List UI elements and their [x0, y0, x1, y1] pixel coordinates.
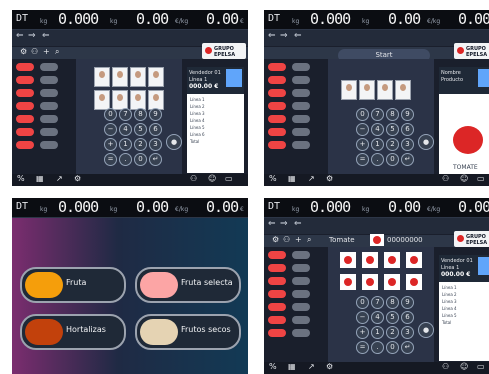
avatar [226, 69, 242, 87]
forward-icon[interactable]: ⇒ [28, 31, 36, 41]
grid-icon[interactable]: ▦ [36, 174, 44, 183]
settings-icon[interactable]: ⚙ [74, 174, 81, 183]
plus-icon[interactable]: + [43, 47, 50, 56]
category-frutos-secos[interactable]: Frutos secos [135, 314, 241, 350]
seller-avatar[interactable] [94, 67, 110, 87]
dt-label: DT [16, 13, 29, 24]
brand-logo: GRUPO EPELSA [202, 43, 246, 59]
receipt-panel: Vendedor 01 Línea 1 000.00 € Línea 1 Lín… [187, 67, 244, 173]
brand-logo: GRUPO EPELSA [454, 43, 489, 59]
total-value: 0.00 [206, 10, 239, 28]
product-list [16, 63, 74, 173]
seller-avatar[interactable] [148, 67, 164, 87]
seller-avatar[interactable] [359, 80, 375, 100]
category-fruta-selecta[interactable]: Fruta selecta [135, 267, 241, 303]
user-icon[interactable]: ☺ [208, 174, 216, 183]
kg-label: kg [40, 18, 48, 25]
screen-categories: DT kg 0.000 kg 0.00 €/kg 0.00 € Fruta Fruta … [12, 198, 248, 374]
product-name: Tomate [329, 236, 355, 244]
seller-avatar[interactable] [341, 80, 357, 100]
currency: € [240, 18, 244, 25]
product-preview: TOMATE [439, 112, 489, 174]
category-hortalizas[interactable]: Hortalizas [20, 314, 126, 350]
screen-start: DTkg 0.000kg 0.00€/kg 0.00€ ⇐⇒⇐ Start GR… [264, 10, 489, 186]
screen-sellers: DT kg 0.000 kg 0.00 €/kg 0.00 € ⇐ ⇒ ⇐ ⚙ … [12, 10, 248, 186]
percent-icon[interactable]: % [17, 174, 25, 183]
scale-display: DT kg 0.000 kg 0.00 €/kg 0.00 € [12, 10, 248, 30]
numeric-keypad: 0789 −4 5 6 +1 2 3 =. 0 ↵ ● [104, 108, 188, 174]
seller-avatar[interactable] [94, 90, 110, 110]
people-icon[interactable]: ⚇ [190, 174, 197, 183]
gear-icon[interactable]: ⚙ [20, 47, 27, 56]
expand-icon[interactable]: ↗ [56, 174, 63, 183]
product-code: 00000000 [387, 236, 423, 244]
weight-value: 0.000 [58, 10, 99, 28]
category-fruta[interactable]: Fruta [20, 267, 126, 303]
back-icon[interactable]: ⇐ [42, 31, 50, 41]
back-icon[interactable]: ⇐ [16, 31, 24, 41]
seller-avatar[interactable] [377, 80, 393, 100]
seller-avatar[interactable] [130, 67, 146, 87]
kg-unit: kg [110, 18, 118, 25]
seller-avatar[interactable] [112, 67, 128, 87]
seller-avatar[interactable] [112, 90, 128, 110]
search-icon[interactable]: ⌕ [55, 47, 59, 57]
tree-icon[interactable]: ⚇ [31, 47, 38, 56]
seller-avatar[interactable] [148, 90, 164, 110]
seller-avatar[interactable] [395, 80, 411, 100]
price-unit: €/kg [175, 18, 189, 25]
screen-icon[interactable]: ▭ [225, 174, 233, 183]
seller-avatar[interactable] [130, 90, 146, 110]
price-value: 0.00 [136, 10, 169, 28]
screen-product: DTkg 0.000kg 0.00€/kg 0.00€ ⇐⇒⇐ ⚙⚇+⌕ Tom… [264, 198, 489, 374]
